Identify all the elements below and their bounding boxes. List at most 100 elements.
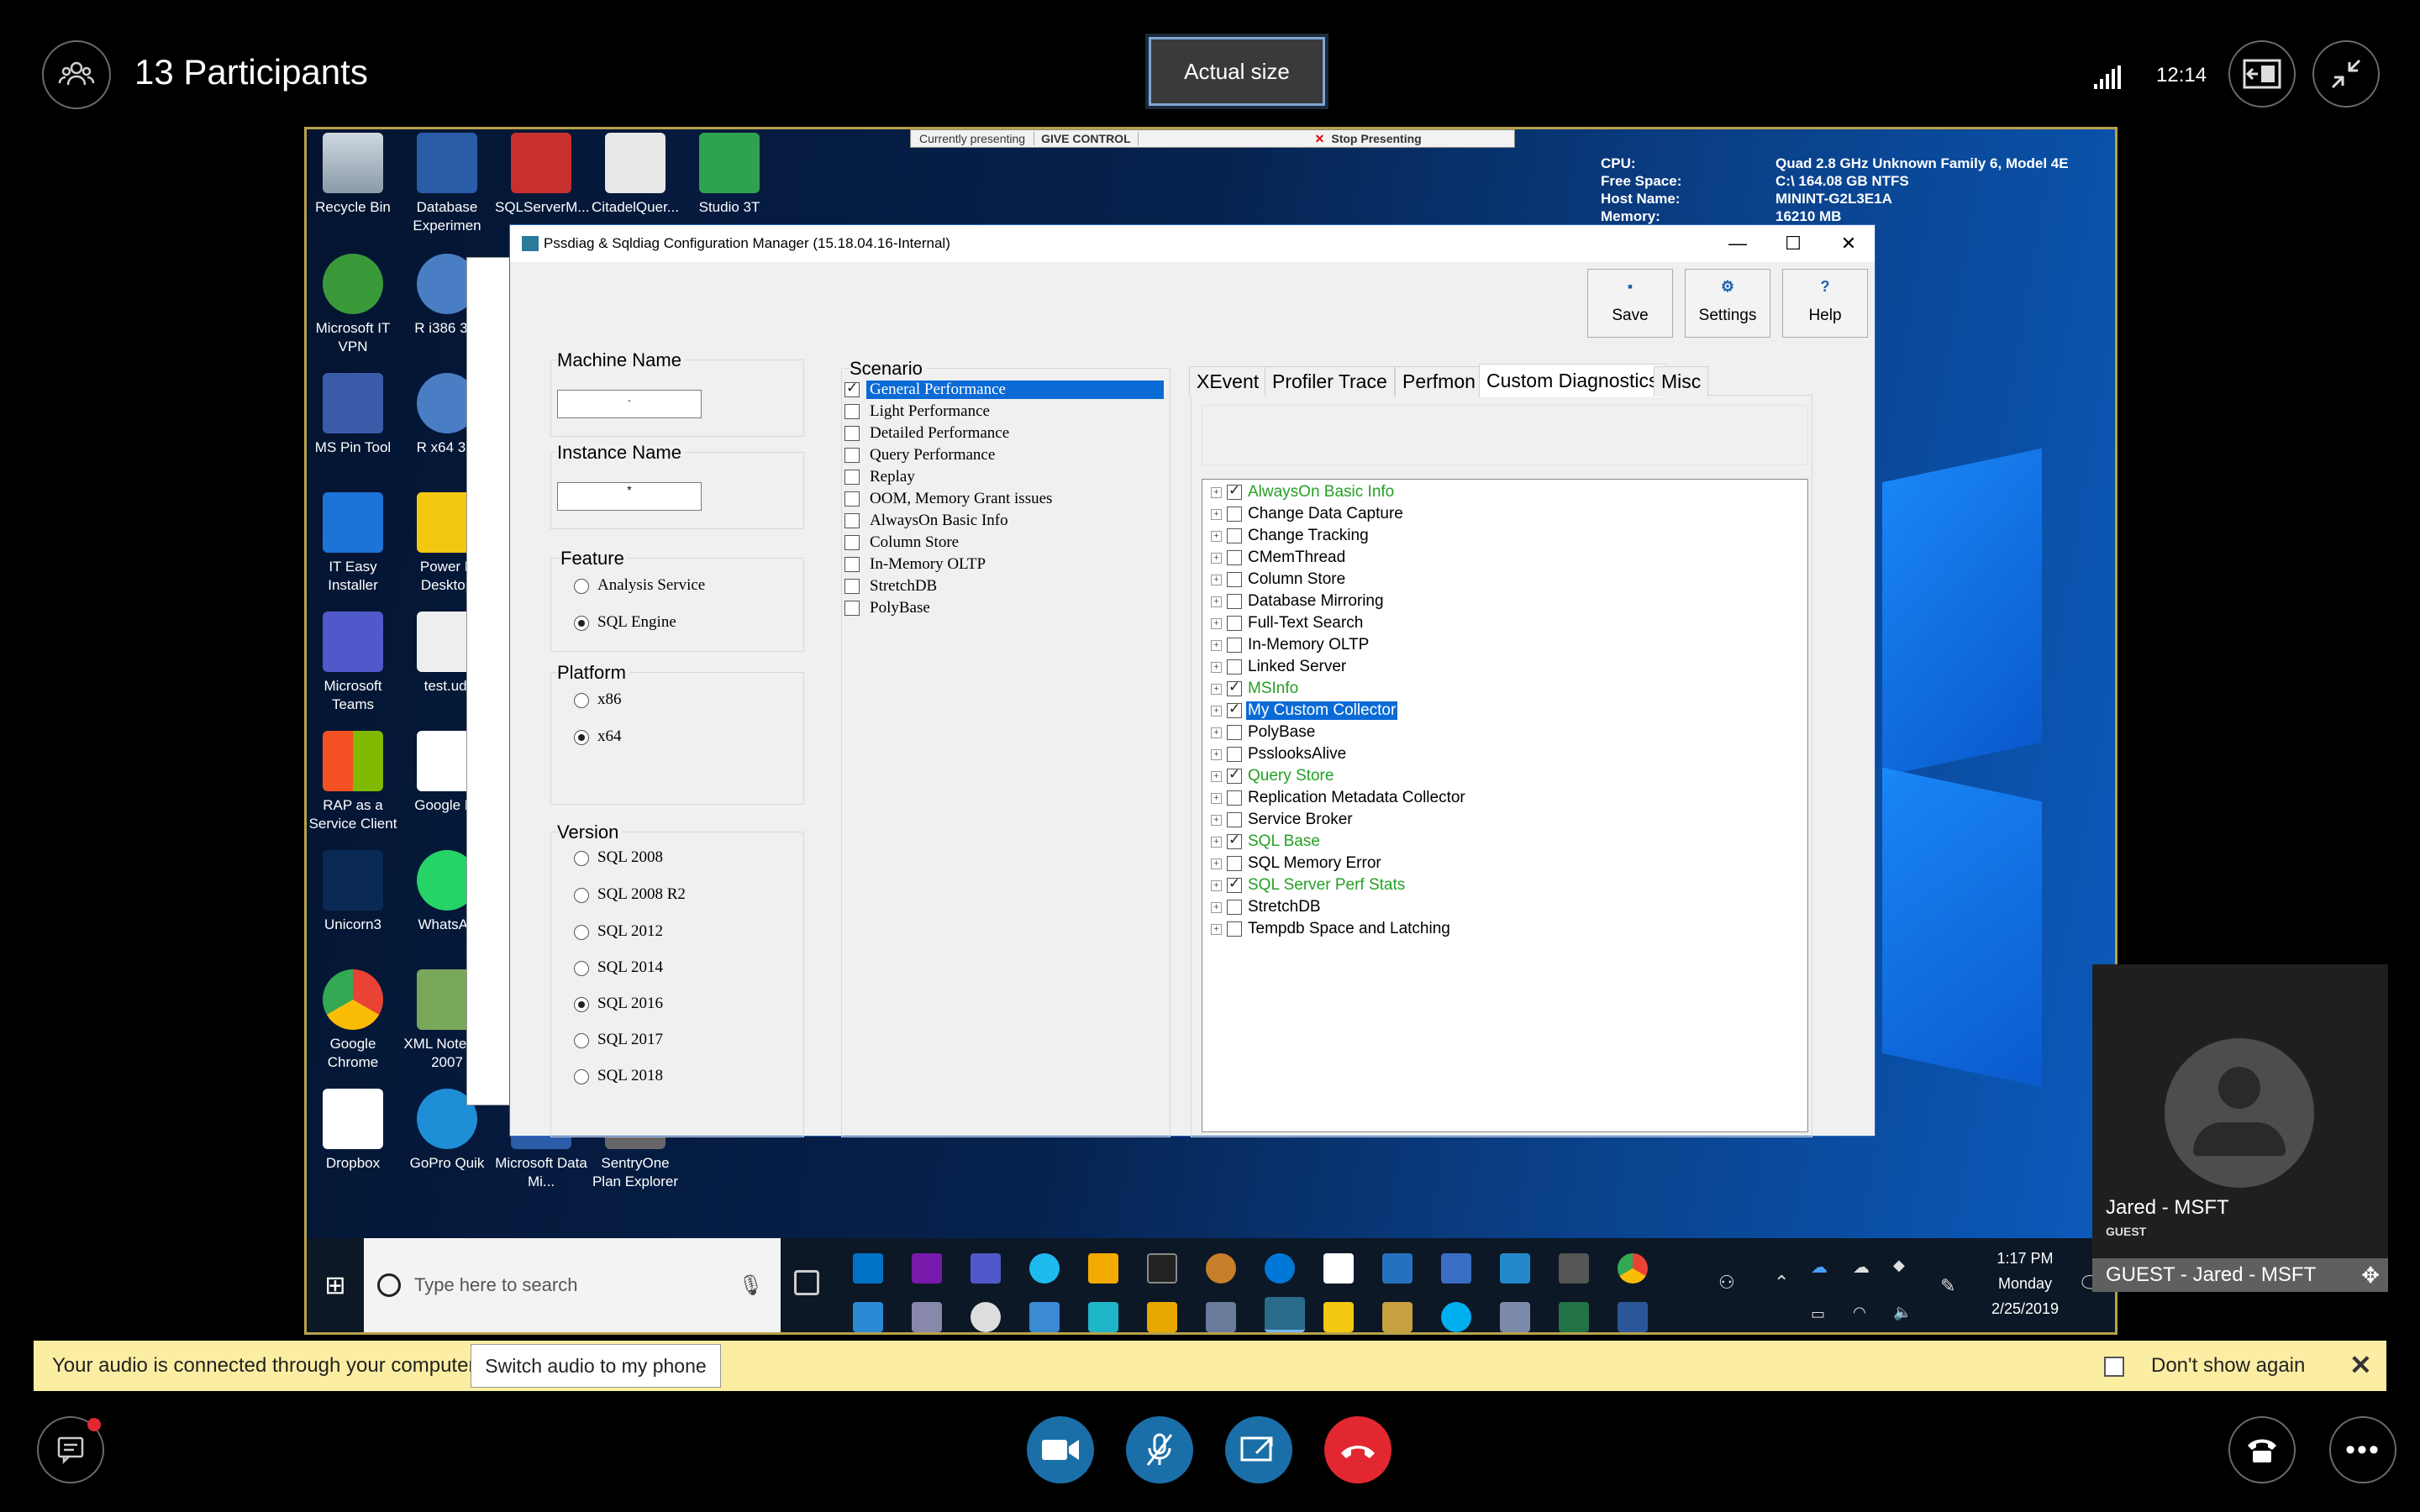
expand-icon[interactable]: +	[1211, 770, 1222, 782]
unicorn-taskbar-icon[interactable]	[1206, 1253, 1236, 1284]
teams-taskbar-icon[interactable]	[971, 1253, 1001, 1284]
word-icon[interactable]	[1618, 1302, 1648, 1332]
desktop-icon[interactable]: RAP as a Service Client	[307, 731, 399, 833]
expand-icon[interactable]: +	[1211, 574, 1222, 585]
checkbox[interactable]	[844, 426, 860, 441]
close-button[interactable]: ✕	[1821, 225, 1876, 262]
desktop-icon[interactable]: Microsoft Teams	[307, 612, 399, 714]
ie-icon[interactable]	[1029, 1253, 1060, 1284]
tree-item[interactable]: + Replication Metadata Collector	[1211, 787, 1467, 809]
checkbox[interactable]	[1227, 921, 1242, 937]
give-control-button[interactable]: GIVE CONTROL	[1034, 132, 1139, 145]
checkbox[interactable]	[1227, 679, 1242, 696]
version-radio[interactable]	[574, 1069, 589, 1084]
people-tray-icon[interactable]: ⚇	[1718, 1272, 1735, 1294]
tree-item[interactable]: + Tempdb Space and Latching	[1211, 918, 1452, 940]
checkbox[interactable]	[1227, 812, 1242, 827]
participants-button[interactable]	[42, 40, 111, 109]
tree-item[interactable]: + Column Store	[1211, 569, 1347, 591]
save-button[interactable]: ▪ Save	[1587, 269, 1673, 338]
content-view-button[interactable]	[2228, 40, 2296, 108]
checkbox[interactable]	[844, 404, 860, 419]
checkbox[interactable]	[1227, 550, 1242, 565]
scenario-item[interactable]: PolyBase	[844, 597, 934, 619]
checkbox[interactable]	[1227, 856, 1242, 871]
tree-item[interactable]: + Linked Server	[1211, 656, 1348, 678]
checkbox[interactable]	[1227, 832, 1242, 849]
checkbox[interactable]	[1227, 875, 1242, 893]
checkbox[interactable]	[1227, 725, 1242, 740]
call-phone-button[interactable]	[2228, 1416, 2296, 1483]
checkbox[interactable]	[844, 491, 860, 507]
version-radio[interactable]	[574, 1033, 589, 1048]
desktop-icon[interactable]: Studio 3T	[683, 133, 776, 217]
expand-icon[interactable]: +	[1211, 923, 1222, 935]
desktop-icon[interactable]: Database Experimen	[401, 133, 493, 235]
desktop-icon[interactable]: Unicorn3	[307, 850, 399, 934]
desktop-icon[interactable]: IT Easy Installer	[307, 492, 399, 595]
desktop-icon[interactable]: Microsoft IT VPN	[307, 254, 399, 356]
checkbox[interactable]	[844, 557, 860, 572]
switch-audio-button[interactable]: Switch audio to my phone	[471, 1344, 721, 1388]
checkbox[interactable]	[1227, 701, 1242, 718]
expand-icon[interactable]: +	[1211, 596, 1222, 607]
stop-presenting-button[interactable]: Stop Presenting	[1324, 132, 1428, 145]
tree-item[interactable]: +AlwaysOn Basic Info	[1211, 481, 1396, 503]
chrome-taskbar-icon[interactable]	[1618, 1253, 1648, 1284]
share-screen-button[interactable]	[1225, 1416, 1292, 1483]
expand-icon[interactable]: +	[1211, 617, 1222, 629]
tree-item[interactable]: +SQL Server Perf Stats	[1211, 874, 1407, 896]
onenote-icon[interactable]	[912, 1253, 942, 1284]
outlook-icon[interactable]	[853, 1253, 883, 1284]
tree-item[interactable]: +SQL Base	[1211, 831, 1322, 853]
tree-item[interactable]: +Query Store	[1211, 765, 1335, 787]
puzzle-icon[interactable]	[1088, 1253, 1118, 1284]
expand-icon[interactable]: +	[1211, 639, 1222, 651]
tree-item[interactable]: +My Custom Collector	[1211, 700, 1399, 722]
tree-item[interactable]: + Service Broker	[1211, 809, 1355, 831]
checkbox[interactable]	[1227, 482, 1242, 500]
checkbox[interactable]	[1227, 594, 1242, 609]
feature-radio-analysis[interactable]	[574, 579, 589, 594]
expand-icon[interactable]: +	[1211, 552, 1222, 564]
chevron-up-icon[interactable]: ⌃	[1774, 1272, 1789, 1294]
tree-item[interactable]: +MSInfo	[1211, 678, 1300, 700]
package-icon[interactable]	[1382, 1302, 1413, 1332]
hang-up-button[interactable]	[1324, 1416, 1392, 1483]
version-radio[interactable]	[574, 888, 589, 903]
photos-icon[interactable]	[971, 1302, 1001, 1332]
minimize-button[interactable]: —	[1710, 225, 1765, 262]
expand-icon[interactable]: +	[1211, 748, 1222, 760]
tree-item[interactable]: + Change Tracking	[1211, 525, 1370, 547]
close-notification-icon[interactable]: ✕	[2349, 1349, 2372, 1381]
version-radio[interactable]	[574, 925, 589, 940]
tab-xevent[interactable]: XEvent	[1189, 366, 1267, 396]
chart-icon[interactable]	[1147, 1302, 1177, 1332]
desktop-icon[interactable]: Google Chrome	[307, 969, 399, 1072]
move-icon[interactable]: ✥	[2361, 1263, 2380, 1289]
tab-profiler-trace[interactable]: Profiler Trace	[1265, 366, 1395, 396]
excel-icon[interactable]	[1559, 1302, 1589, 1332]
document-taskbar-icon[interactable]	[912, 1302, 942, 1332]
wifi-icon[interactable]: ◠	[1853, 1304, 1866, 1321]
version-radio[interactable]	[574, 997, 589, 1012]
actual-size-button[interactable]: Actual size	[1149, 37, 1325, 106]
expand-icon[interactable]: +	[1211, 792, 1222, 804]
remote-desktop-icon[interactable]	[1441, 1253, 1471, 1284]
tab-custom-diagnostics[interactable]: Custom Diagnostics	[1479, 364, 1666, 397]
checkbox[interactable]	[844, 513, 860, 528]
feature-radio-sql-engine[interactable]	[574, 616, 589, 631]
tree-item[interactable]: + CMemThread	[1211, 547, 1347, 569]
tree-item[interactable]: + StretchDB	[1211, 896, 1323, 918]
skype-icon[interactable]	[1441, 1302, 1471, 1332]
perfmon-icon[interactable]	[1559, 1253, 1589, 1284]
checkbox[interactable]	[1227, 616, 1242, 631]
expand-icon[interactable]: +	[1211, 683, 1222, 695]
expand-icon[interactable]: +	[1211, 858, 1222, 869]
onedrive-icon[interactable]: ☁	[1811, 1257, 1828, 1278]
checkbox[interactable]	[844, 470, 860, 485]
pen-icon[interactable]: ✎	[1940, 1275, 1955, 1297]
tree-item[interactable]: + Change Data Capture	[1211, 503, 1405, 525]
tab-misc[interactable]: Misc	[1654, 366, 1709, 396]
version-radio[interactable]	[574, 851, 589, 866]
